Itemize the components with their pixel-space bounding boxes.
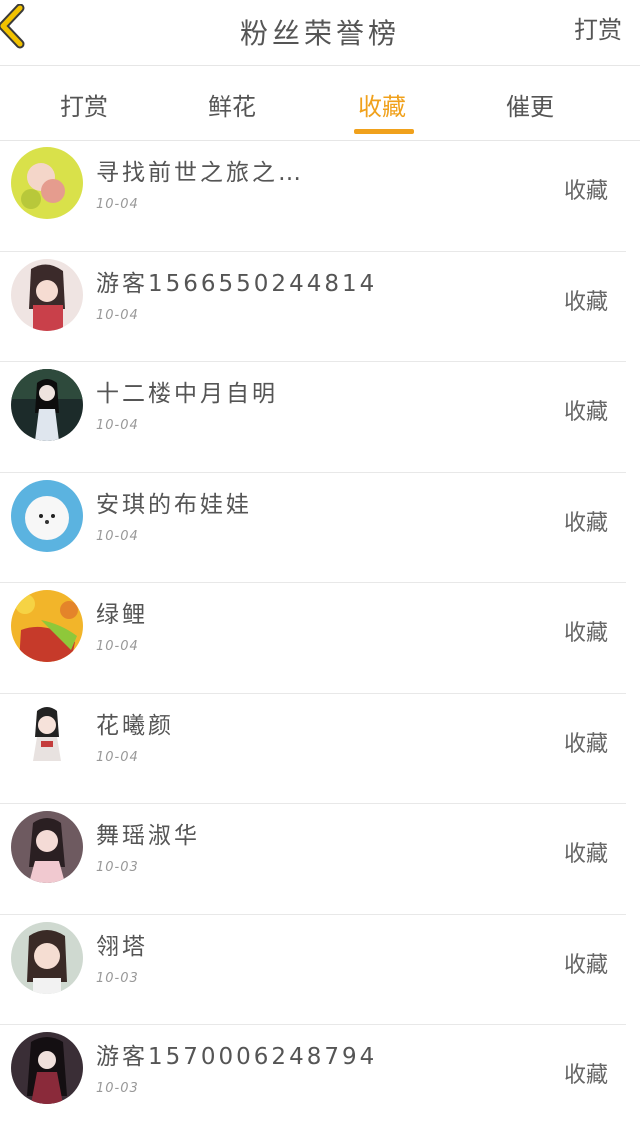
list-item[interactable]: 游客1566550244814 10-04 收藏 bbox=[0, 252, 626, 362]
list-item[interactable]: 十二楼中月自明 10-04 收藏 bbox=[0, 362, 626, 473]
avatar bbox=[11, 590, 83, 662]
avatar bbox=[11, 369, 83, 441]
list-item[interactable]: 寻找前世之旅之… 10-04 收藏 bbox=[0, 141, 626, 252]
user-name: 绿鲤 bbox=[96, 602, 148, 628]
user-name: 翎塔 bbox=[96, 933, 148, 960]
user-name: 十二楼中月自明 bbox=[96, 381, 278, 407]
action-label: 收藏 bbox=[563, 731, 608, 757]
list-item[interactable]: 舞瑶淑华 10-03 收藏 bbox=[0, 804, 626, 915]
list-item[interactable]: 游客1570006248794 10-03 收藏 bbox=[0, 1025, 626, 1129]
app-header: 粉丝荣誉榜 打赏 bbox=[0, 0, 640, 66]
date: 10-04 bbox=[96, 749, 139, 765]
avatar bbox=[11, 147, 83, 219]
action-label: 收藏 bbox=[563, 842, 608, 867]
date: 10-03 bbox=[96, 860, 139, 875]
action-label: 收藏 bbox=[563, 179, 608, 204]
avatar bbox=[11, 700, 83, 773]
user-name: 寻找前世之旅之… bbox=[96, 160, 304, 186]
list-item[interactable]: 安琪的布娃娃 10-04 收藏 bbox=[0, 473, 626, 583]
action-label: 收藏 bbox=[563, 510, 608, 536]
action-label: 收藏 bbox=[563, 289, 608, 315]
user-name: 安琪的布娃娃 bbox=[96, 491, 252, 518]
reward-button[interactable]: 打赏 bbox=[574, 10, 622, 45]
tab-flowers[interactable]: 鲜花 bbox=[208, 87, 256, 122]
tab-favorites[interactable]: 收藏 bbox=[358, 87, 406, 122]
list-item[interactable]: 绿鲤 10-04 收藏 bbox=[0, 583, 626, 694]
page-title: 粉丝荣誉榜 bbox=[239, 17, 400, 50]
list-item[interactable]: 翎塔 10-03 收藏 bbox=[0, 915, 626, 1025]
action-label: 收藏 bbox=[563, 621, 608, 646]
avatar bbox=[11, 258, 83, 331]
avatar bbox=[11, 921, 83, 994]
user-name: 花曦颜 bbox=[96, 712, 174, 739]
list-item[interactable]: 花曦颜 10-04 收藏 bbox=[0, 694, 626, 804]
tab-bar: 打赏 鲜花 收藏 催更 bbox=[0, 67, 640, 141]
date: 10-04 bbox=[96, 639, 139, 654]
date: 10-04 bbox=[96, 307, 139, 323]
tab-reward[interactable]: 打赏 bbox=[60, 87, 108, 122]
avatar bbox=[11, 1032, 83, 1104]
active-tab-indicator bbox=[354, 129, 414, 134]
date: 10-04 bbox=[96, 418, 139, 433]
action-label: 收藏 bbox=[563, 400, 608, 425]
avatar bbox=[11, 811, 83, 883]
avatar bbox=[11, 479, 83, 552]
user-name: 舞瑶淑华 bbox=[96, 823, 200, 849]
date: 10-03 bbox=[96, 970, 139, 986]
action-label: 收藏 bbox=[563, 952, 608, 978]
user-name: 游客1570006248794 bbox=[96, 1044, 378, 1070]
tab-urge-update[interactable]: 催更 bbox=[506, 87, 554, 122]
user-name: 游客1566550244814 bbox=[96, 270, 378, 297]
date: 10-04 bbox=[96, 528, 139, 544]
fan-list: 寻找前世之旅之… 10-04 收藏 游客1566550244814 10-04 … bbox=[0, 141, 640, 1129]
date: 10-03 bbox=[96, 1081, 139, 1096]
date: 10-04 bbox=[96, 197, 139, 212]
action-label: 收藏 bbox=[563, 1063, 608, 1088]
